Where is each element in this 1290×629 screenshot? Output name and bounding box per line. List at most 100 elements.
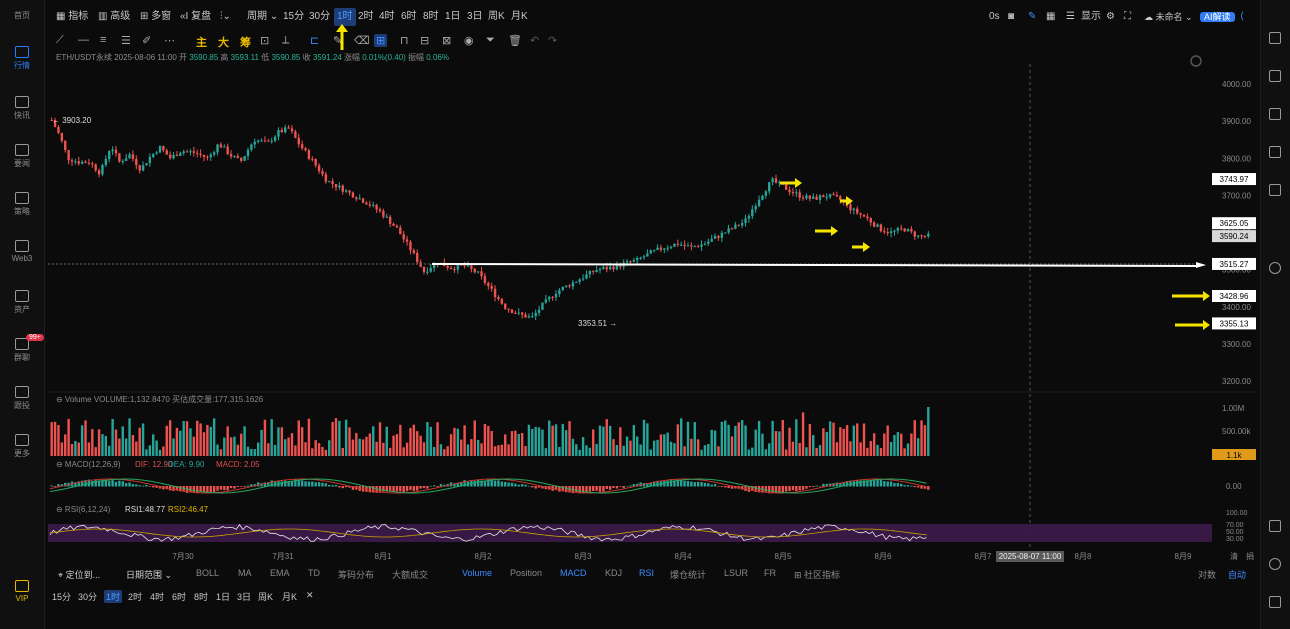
candle-body — [548, 297, 551, 300]
time-axis-label: 8月4 — [675, 552, 692, 561]
indicator-lsur[interactable]: LSUR — [724, 568, 748, 578]
vip-icon — [15, 580, 29, 592]
indicator-macd[interactable]: MACD — [560, 568, 587, 578]
indicator-large-trade[interactable]: 大额成交 — [392, 568, 428, 581]
candle-body — [828, 194, 832, 197]
indicator-rsi[interactable]: RSI — [639, 568, 654, 578]
indicator-chip-dist[interactable]: 筹码分布 — [338, 568, 374, 581]
locate-button[interactable]: ⌖ 定位到... — [58, 568, 100, 581]
robot-icon[interactable] — [1269, 596, 1281, 608]
volume-bar — [652, 440, 656, 456]
file-icon[interactable] — [1269, 70, 1281, 82]
macd-bar — [334, 485, 338, 487]
indicator-volume[interactable]: Volume — [462, 568, 492, 578]
macd-bar — [121, 481, 124, 487]
macd-bar — [141, 485, 145, 487]
macd-axis-label: 0.00 — [1226, 482, 1242, 491]
candle-body — [497, 297, 500, 300]
indicator-fr[interactable]: FR — [764, 568, 776, 578]
auto-scale-toggle[interactable]: 自动 — [1228, 568, 1246, 581]
candle-body — [656, 247, 659, 250]
candle-body — [182, 151, 185, 154]
bottom-interval-4h[interactable]: 4时 — [150, 590, 164, 603]
stats-icon[interactable] — [1269, 108, 1281, 120]
bottom-interval-1h[interactable]: 1时 — [104, 590, 123, 603]
candle-body — [896, 228, 900, 231]
rsi-axis-label: 70.00 — [1226, 522, 1244, 529]
volume-bar — [229, 437, 233, 456]
bottom-interval-month[interactable]: 月K — [282, 590, 297, 603]
candle-body — [869, 218, 872, 223]
macd-bar — [382, 486, 385, 492]
candle-body — [639, 257, 642, 259]
candle-body — [581, 278, 585, 280]
indicator-ma[interactable]: MA — [238, 568, 252, 578]
candle-body — [260, 140, 263, 142]
community-indicator[interactable]: ⊞ 社区指标 — [794, 568, 840, 581]
indicator-kdj[interactable]: KDJ — [605, 568, 622, 578]
time-icon[interactable] — [1269, 558, 1281, 570]
candle-body — [575, 281, 578, 283]
bottom-interval-8h[interactable]: 8时 — [194, 590, 208, 603]
price-chart[interactable]: 4000.003900.003800.003700.003600.003500.… — [0, 0, 1260, 565]
candle-body — [314, 159, 317, 166]
candle-body — [839, 196, 842, 200]
candle-body — [267, 140, 270, 142]
candle-body — [734, 224, 737, 229]
macd-bar — [331, 485, 334, 487]
bottom-interval-1d[interactable]: 1日 — [216, 590, 230, 603]
candle-body — [920, 235, 923, 237]
close-icon[interactable]: ✕ — [306, 590, 314, 601]
macd-value-label: MACD: 2.05 — [216, 460, 260, 469]
candle-body — [307, 150, 311, 159]
refresh-icon[interactable] — [1269, 262, 1281, 274]
candle-body — [416, 252, 419, 263]
indicator-td[interactable]: TD — [308, 568, 320, 578]
volume-bar — [202, 432, 206, 456]
volume-bar — [778, 431, 781, 456]
bottom-interval-3d[interactable]: 3日 — [237, 590, 251, 603]
volume-bar — [196, 420, 199, 456]
candle-body — [835, 195, 839, 197]
candle-body — [101, 165, 104, 175]
layers-icon[interactable] — [1269, 184, 1281, 196]
volume-bar — [791, 441, 795, 456]
indicator-liquidation[interactable]: 爆仓统计 — [670, 568, 706, 581]
low-marker-label: 3353.51 → — [578, 319, 617, 328]
indicator-boll[interactable]: BOLL — [196, 568, 219, 578]
rsi-axis-label: 50.00 — [1226, 529, 1244, 536]
indicator-position[interactable]: Position — [510, 568, 542, 578]
candle-body — [740, 222, 744, 226]
candle-body — [493, 288, 497, 298]
indicator-ema[interactable]: EMA — [270, 568, 290, 578]
candle-body — [795, 192, 798, 194]
bottom-interval-15m[interactable]: 15分 — [52, 590, 71, 603]
volume-bar — [700, 449, 703, 456]
yellow-arrow-4-head — [863, 242, 870, 252]
volume-bar — [405, 442, 409, 456]
panel-icon[interactable] — [1269, 520, 1281, 532]
candle-body — [179, 153, 182, 156]
macd-bar — [592, 486, 595, 492]
date-range-dropdown[interactable]: 日期范围 ⌄ — [126, 568, 172, 581]
candle-body — [351, 192, 355, 198]
macd-bar — [727, 486, 730, 488]
bottom-interval-2h[interactable]: 2时 — [128, 590, 142, 603]
screen-icon[interactable] — [1269, 146, 1281, 158]
bottom-interval-week[interactable]: 周K — [258, 590, 273, 603]
volume-bar — [632, 425, 636, 456]
candle-body — [196, 152, 199, 154]
log-scale-toggle[interactable]: 对数 — [1198, 568, 1216, 581]
volume-bar — [541, 429, 544, 456]
candle-body — [84, 161, 87, 163]
bottom-interval-30m[interactable]: 30分 — [78, 590, 97, 603]
document-icon[interactable] — [1269, 32, 1281, 44]
sidebar-item-10[interactable]: VIP — [0, 580, 44, 603]
volume-bar — [355, 432, 358, 456]
bottom-interval-6h[interactable]: 6时 — [172, 590, 186, 603]
candle-body — [642, 256, 646, 258]
volume-bar — [801, 412, 805, 456]
volume-axis-label: 1.00M — [1222, 404, 1245, 413]
candle-body — [791, 191, 795, 193]
price-axis-label: 3400.00 — [1222, 303, 1251, 312]
